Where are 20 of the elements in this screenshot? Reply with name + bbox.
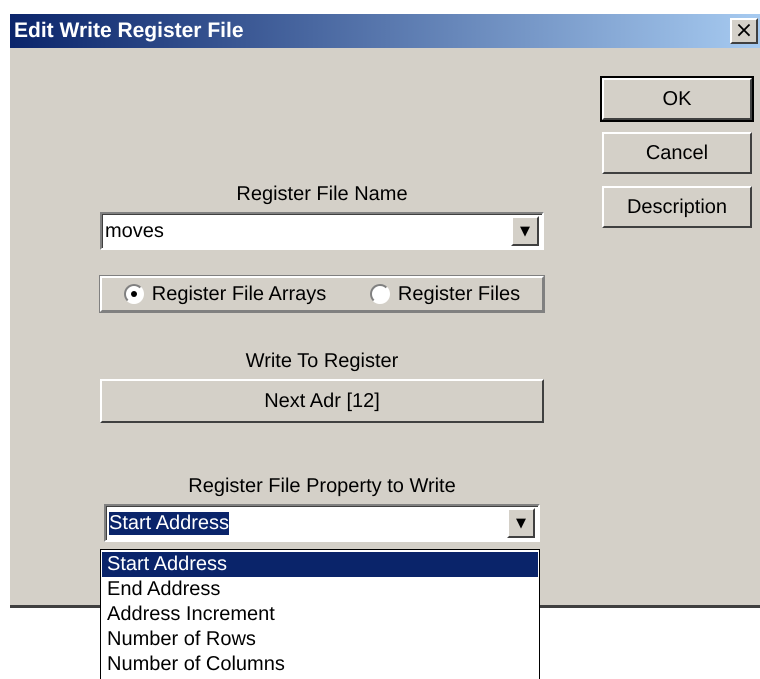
field-label: Write To Register xyxy=(246,350,398,373)
register-select-button[interactable]: Next Adr [12] xyxy=(100,379,544,423)
field-label: Register File Name xyxy=(236,183,408,206)
dropdown-option[interactable]: Start Address xyxy=(102,552,538,577)
dropdown-option[interactable]: Address Increment xyxy=(102,602,538,627)
dialog-button[interactable]: Description xyxy=(602,186,752,228)
field-label: Register File Property to Write xyxy=(188,475,456,498)
dialog-button[interactable]: OK xyxy=(602,78,752,120)
dropdown-option[interactable]: Number of Rows xyxy=(102,627,538,652)
dropdown-arrow-button[interactable]: ▼ xyxy=(507,508,535,538)
window-title: Edit Write Register File xyxy=(14,19,244,43)
register-file-name-dropdown[interactable]: moves ▼ xyxy=(100,212,544,250)
property-dropdown[interactable]: Start Address ▼ xyxy=(104,504,540,542)
dropdown-option[interactable]: End Address xyxy=(102,577,538,602)
radio-option[interactable]: Register File Arrays xyxy=(124,282,326,306)
dropdown-arrow-button[interactable]: ▼ xyxy=(511,216,539,246)
radio-option[interactable]: Register Files xyxy=(370,282,520,306)
dropdown-option[interactable]: Number of Columns xyxy=(102,652,538,677)
close-button[interactable]: × xyxy=(730,18,758,44)
dialog-button[interactable]: Cancel xyxy=(602,132,752,174)
